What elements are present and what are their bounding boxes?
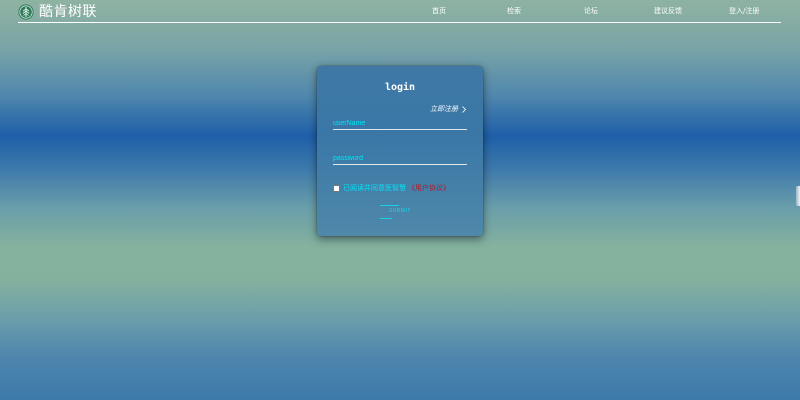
submit-button[interactable]: SUBMIT — [379, 204, 421, 219]
top-navigation-bar: 酷肯树联 首页 检索 论坛 建议反馈 登入/注册 — [18, 0, 781, 23]
agreement-checkbox[interactable] — [333, 185, 340, 192]
brand[interactable]: 酷肯树联 — [18, 3, 97, 21]
nav-home[interactable]: 首页 — [432, 6, 446, 16]
register-link[interactable]: 立即注册 — [430, 105, 466, 114]
tree-leaf-logo-icon — [18, 4, 34, 20]
login-card: login 立即注册 已阅读并同意医智慧 《用户协议》 SUBMIT — [317, 66, 483, 236]
password-input[interactable] — [333, 152, 467, 165]
nav-feedback[interactable]: 建议反馈 — [654, 6, 682, 16]
agreement-text: 已阅读并同意医智慧 — [343, 184, 406, 192]
user-agreement-link[interactable]: 《用户协议》 — [408, 184, 450, 193]
nav-forum[interactable]: 论坛 — [584, 6, 598, 16]
chevron-right-icon — [462, 106, 466, 113]
nav-login-register[interactable]: 登入/注册 — [729, 6, 759, 16]
agreement-row: 已阅读并同意医智慧 《用户协议》 — [333, 184, 450, 193]
nav-search[interactable]: 检索 — [507, 6, 521, 16]
login-title: login — [384, 82, 416, 93]
brand-name: 酷肯树联 — [39, 4, 97, 20]
side-scroll-handle[interactable] — [796, 186, 800, 206]
register-link-label: 立即注册 — [430, 105, 458, 113]
username-input[interactable] — [333, 117, 467, 130]
